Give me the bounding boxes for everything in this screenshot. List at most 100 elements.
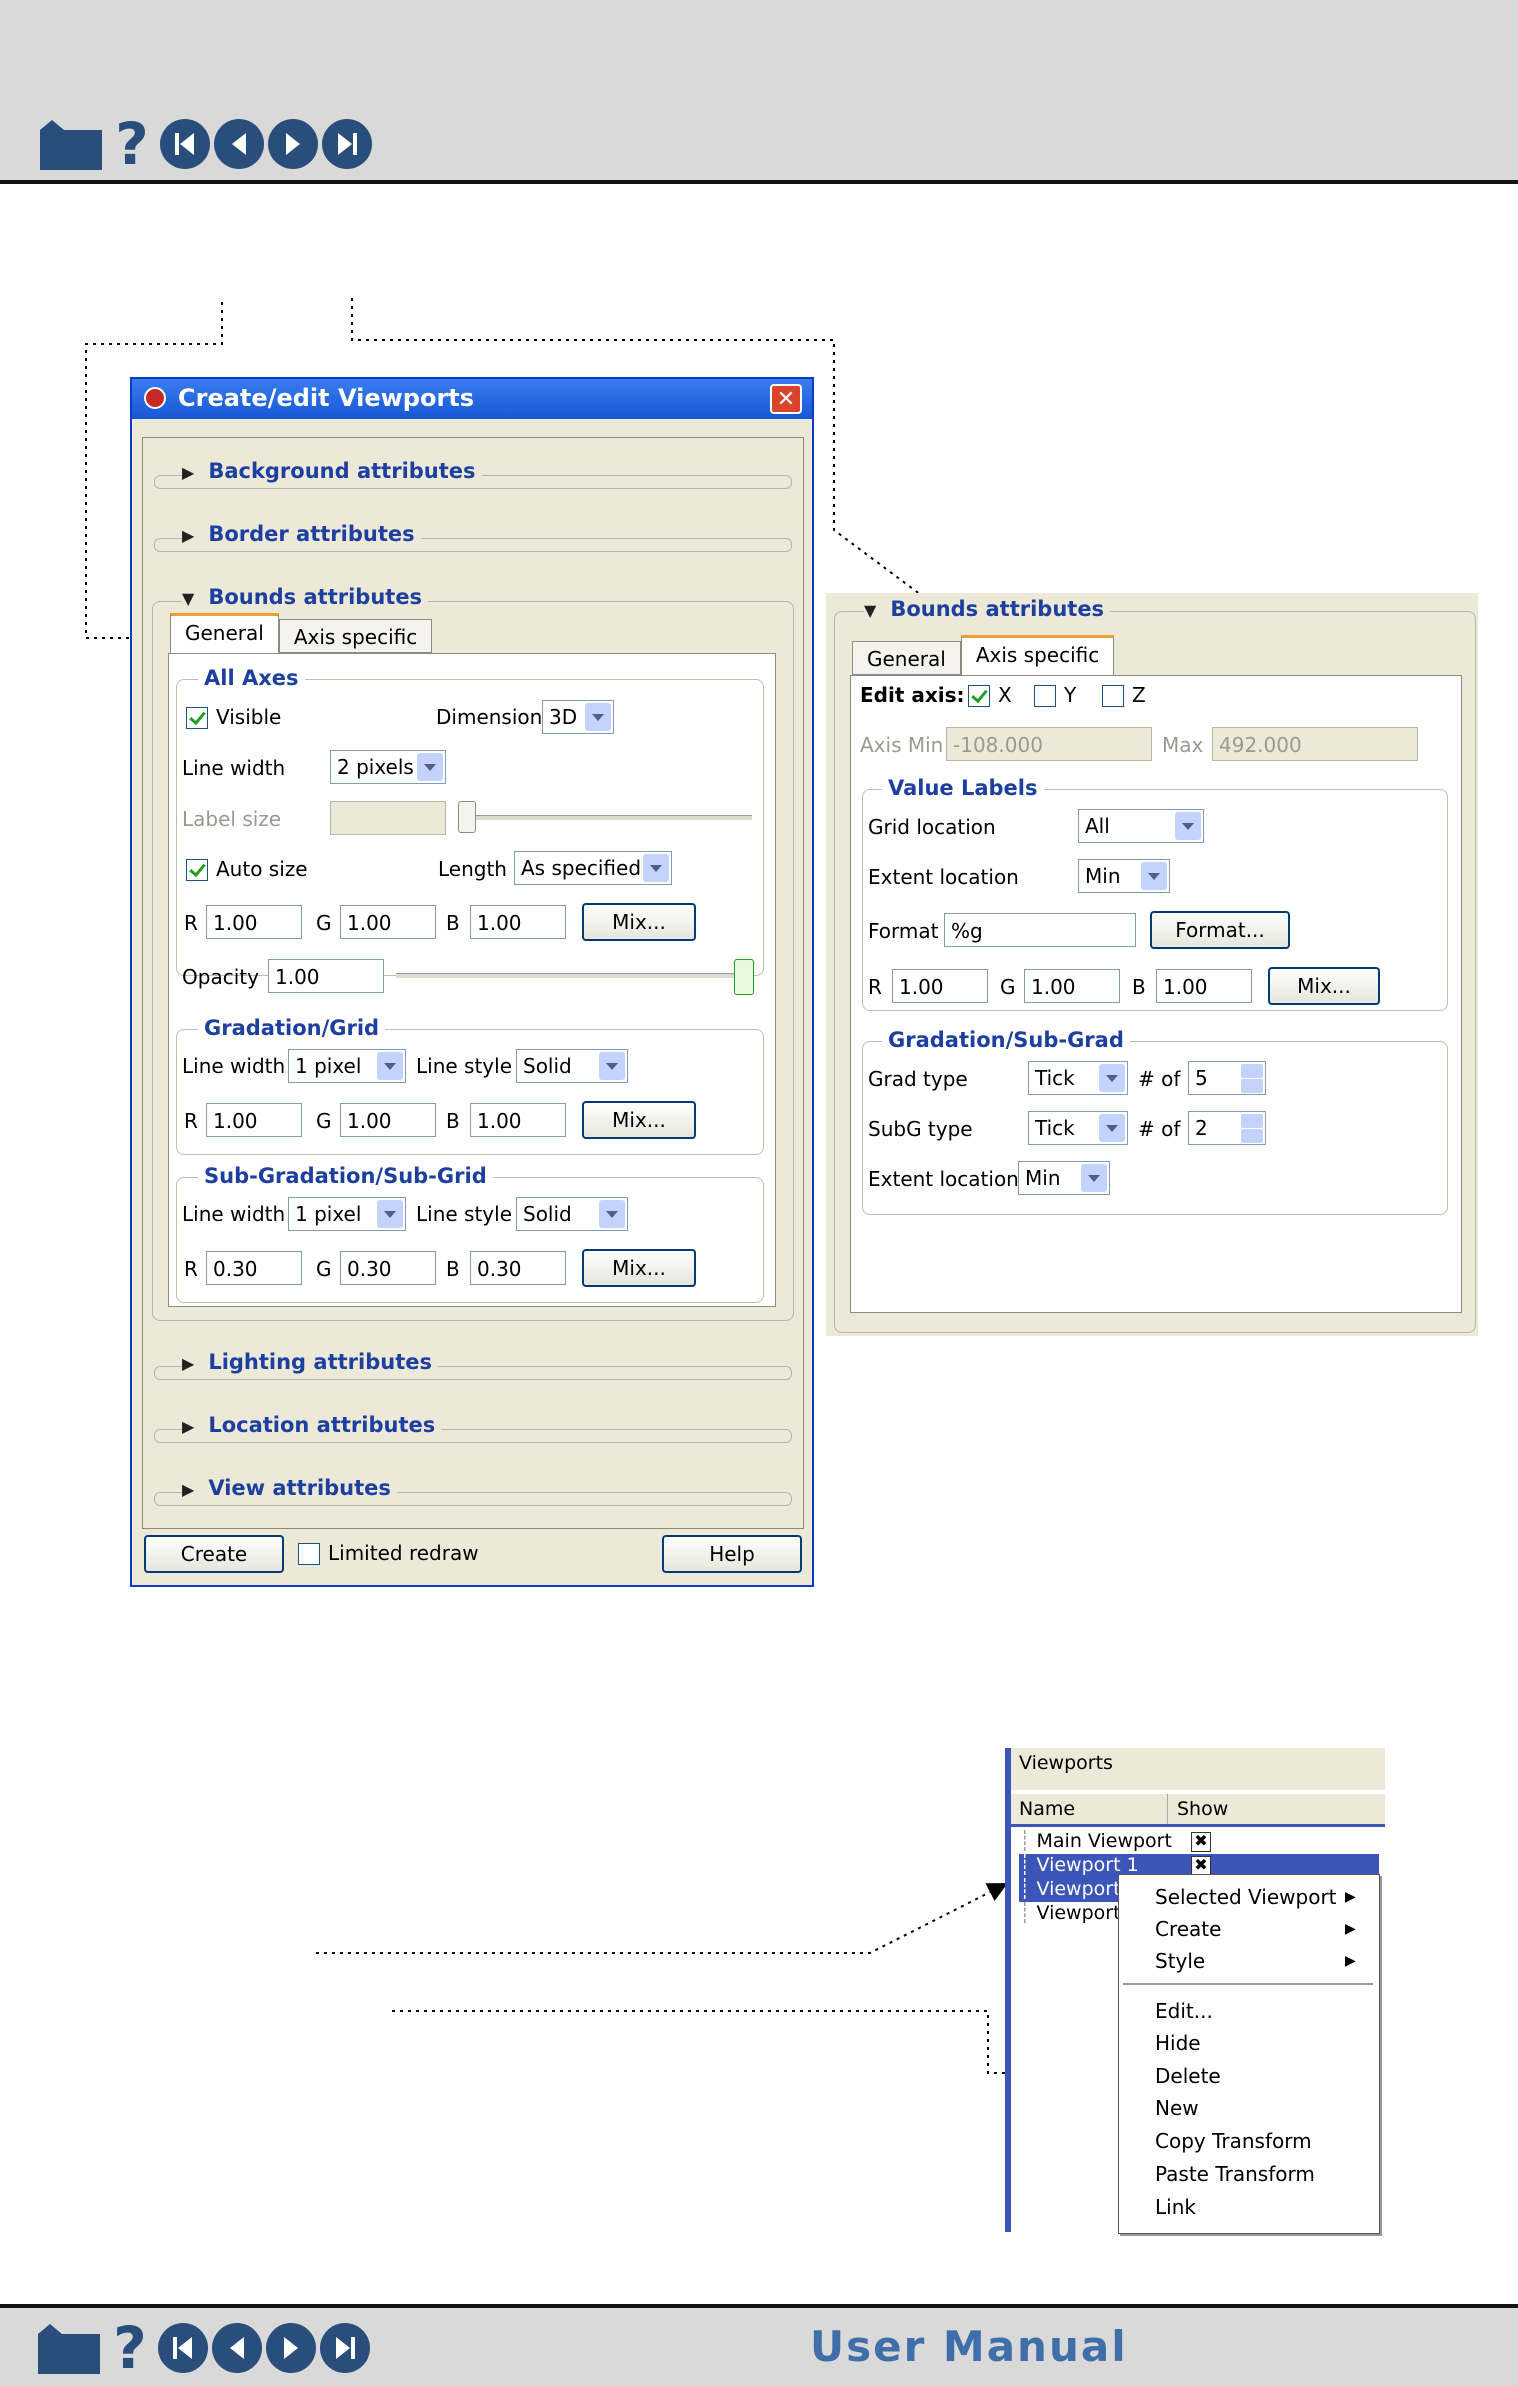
tab-axis-specific[interactable]: Axis specific bbox=[278, 619, 433, 653]
section-label: Background attributes bbox=[208, 459, 476, 483]
r-field[interactable]: 1.00 bbox=[206, 905, 302, 939]
first-page-icon[interactable] bbox=[158, 2323, 208, 2373]
expand-triangle-icon: ▶ bbox=[182, 1417, 195, 1436]
chevron-down-icon bbox=[1081, 1164, 1107, 1192]
vl-r-field[interactable]: 1.00 bbox=[892, 969, 988, 1003]
visible-label: Visible bbox=[216, 705, 282, 729]
subg-type-select[interactable]: Tick bbox=[1028, 1111, 1128, 1145]
background-attributes-header[interactable]: ▶ Background attributes bbox=[182, 459, 482, 483]
max-label: Max bbox=[1162, 733, 1204, 757]
limited-redraw-checkbox[interactable] bbox=[298, 1543, 320, 1565]
tab-general[interactable]: General bbox=[170, 613, 279, 653]
column-show-header[interactable]: Show bbox=[1177, 1798, 1228, 1820]
extent-location-select[interactable]: Min bbox=[1078, 859, 1170, 893]
menu-item-new[interactable]: New bbox=[1155, 2096, 1199, 2120]
visible-checkbox[interactable] bbox=[186, 707, 208, 729]
subgrid-mix-button[interactable]: Mix... bbox=[582, 1249, 696, 1287]
border-attributes-header[interactable]: ▶ Border attributes bbox=[182, 522, 421, 546]
label-size-slider-thumb bbox=[458, 801, 476, 833]
grid-mix-button[interactable]: Mix... bbox=[582, 1101, 696, 1139]
next-page-icon[interactable] bbox=[266, 2323, 316, 2373]
axis-x-checkbox[interactable] bbox=[968, 685, 990, 707]
tab-axis-specific[interactable]: Axis specific bbox=[960, 635, 1115, 675]
home-icon[interactable] bbox=[36, 2320, 102, 2376]
menu-item-copy-transform[interactable]: Copy Transform bbox=[1155, 2129, 1312, 2153]
max-field: 492.000 bbox=[1212, 727, 1418, 761]
menu-item-hide[interactable]: Hide bbox=[1155, 2031, 1201, 2055]
subgrid-g-field[interactable]: 0.30 bbox=[340, 1251, 436, 1285]
location-attributes-header[interactable]: ▶ Location attributes bbox=[182, 1413, 442, 1437]
spin-down-icon[interactable] bbox=[1241, 1129, 1263, 1143]
grid-line-width-select[interactable]: 1 pixel bbox=[288, 1049, 406, 1083]
spin-up-icon[interactable] bbox=[1241, 1064, 1263, 1078]
grid-b-field[interactable]: 1.00 bbox=[470, 1103, 566, 1137]
vl-b-field[interactable]: 1.00 bbox=[1156, 969, 1252, 1003]
menu-item-link[interactable]: Link bbox=[1155, 2195, 1196, 2219]
length-value: As specified bbox=[521, 856, 642, 880]
viewport-row-main[interactable]: ┊ Main Viewport ✖ bbox=[1019, 1830, 1379, 1854]
line-width-select[interactable]: 2 pixels bbox=[330, 750, 446, 784]
menu-item-create[interactable]: Create bbox=[1155, 1917, 1221, 1941]
grid-b-label: B bbox=[446, 1109, 460, 1133]
subgrid-b-field[interactable]: 0.30 bbox=[470, 1251, 566, 1285]
axis-z-label: Z bbox=[1132, 683, 1146, 707]
help-icon[interactable]: ? bbox=[106, 2319, 154, 2377]
format-field[interactable]: %g bbox=[944, 913, 1136, 947]
grad-count-spinner[interactable]: 5 bbox=[1188, 1061, 1266, 1095]
vl-g-field[interactable]: 1.00 bbox=[1024, 969, 1120, 1003]
subg-count-spinner[interactable]: 2 bbox=[1188, 1111, 1266, 1145]
grad-type-select[interactable]: Tick bbox=[1028, 1061, 1128, 1095]
bounds-attributes-header[interactable]: ▼ Bounds attributes bbox=[864, 597, 1111, 621]
vl-mix-button[interactable]: Mix... bbox=[1268, 967, 1380, 1005]
grad-of-label: # of bbox=[1138, 1067, 1181, 1091]
grid-r-field[interactable]: 1.00 bbox=[206, 1103, 302, 1137]
limited-redraw-label: Limited redraw bbox=[328, 1541, 479, 1565]
column-name-header[interactable]: Name bbox=[1019, 1798, 1075, 1820]
view-attributes-header[interactable]: ▶ View attributes bbox=[182, 1476, 397, 1500]
subgrid-line-width-select[interactable]: 1 pixel bbox=[288, 1197, 406, 1231]
lighting-attributes-header[interactable]: ▶ Lighting attributes bbox=[182, 1350, 438, 1374]
bounds-tabs: General Axis specific bbox=[170, 613, 433, 653]
menu-item-edit[interactable]: Edit... bbox=[1155, 1999, 1213, 2023]
format-button[interactable]: Format... bbox=[1150, 911, 1290, 949]
tree-line-icon: ┊ bbox=[1019, 1902, 1031, 1924]
menu-item-paste-transform[interactable]: Paste Transform bbox=[1155, 2162, 1315, 2186]
chevron-down-icon bbox=[599, 1200, 625, 1228]
axis-y-checkbox[interactable] bbox=[1034, 685, 1056, 707]
grad-extent-location-select[interactable]: Min bbox=[1018, 1161, 1110, 1195]
last-page-icon[interactable] bbox=[320, 2323, 370, 2373]
subgrid-r-label: R bbox=[184, 1257, 198, 1281]
menu-item-delete[interactable]: Delete bbox=[1155, 2064, 1221, 2088]
dimension-value: 3D bbox=[549, 705, 578, 729]
subgrid-r-field[interactable]: 0.30 bbox=[206, 1251, 302, 1285]
opacity-slider-thumb[interactable] bbox=[734, 959, 754, 995]
show-x-icon[interactable]: ✖ bbox=[1191, 1832, 1211, 1852]
grid-line-style-select[interactable]: Solid bbox=[516, 1049, 628, 1083]
section-label: View attributes bbox=[208, 1476, 391, 1500]
help-button[interactable]: Help bbox=[662, 1535, 802, 1573]
close-icon[interactable]: ✕ bbox=[770, 384, 802, 414]
create-button[interactable]: Create bbox=[144, 1535, 284, 1573]
menu-item-style[interactable]: Style bbox=[1155, 1949, 1205, 1973]
dialog-title-bar[interactable]: Create/edit Viewports ✕ bbox=[132, 379, 812, 419]
grid-location-select[interactable]: All bbox=[1078, 809, 1204, 843]
b-field[interactable]: 1.00 bbox=[470, 905, 566, 939]
auto-size-checkbox[interactable] bbox=[186, 859, 208, 881]
dimension-select[interactable]: 3D bbox=[542, 700, 614, 734]
g-field[interactable]: 1.00 bbox=[340, 905, 436, 939]
viewport-name: Viewport 1 bbox=[1036, 1854, 1139, 1876]
mix-button[interactable]: Mix... bbox=[582, 903, 696, 941]
menu-item-selected-viewport[interactable]: Selected Viewport bbox=[1155, 1885, 1337, 1909]
length-select[interactable]: As specified bbox=[514, 851, 672, 885]
chevron-down-icon bbox=[1099, 1064, 1125, 1092]
grid-g-field[interactable]: 1.00 bbox=[340, 1103, 436, 1137]
show-x-icon[interactable]: ✖ bbox=[1191, 1856, 1211, 1876]
tab-general[interactable]: General bbox=[852, 641, 961, 675]
axis-z-checkbox[interactable] bbox=[1102, 685, 1124, 707]
subgrid-line-style-select[interactable]: Solid bbox=[516, 1197, 628, 1231]
spin-down-icon[interactable] bbox=[1241, 1079, 1263, 1093]
spin-up-icon[interactable] bbox=[1241, 1114, 1263, 1128]
previous-page-icon[interactable] bbox=[212, 2323, 262, 2373]
opacity-field[interactable]: 1.00 bbox=[268, 959, 384, 993]
bounds-attributes-header[interactable]: ▼ Bounds attributes bbox=[182, 585, 429, 609]
